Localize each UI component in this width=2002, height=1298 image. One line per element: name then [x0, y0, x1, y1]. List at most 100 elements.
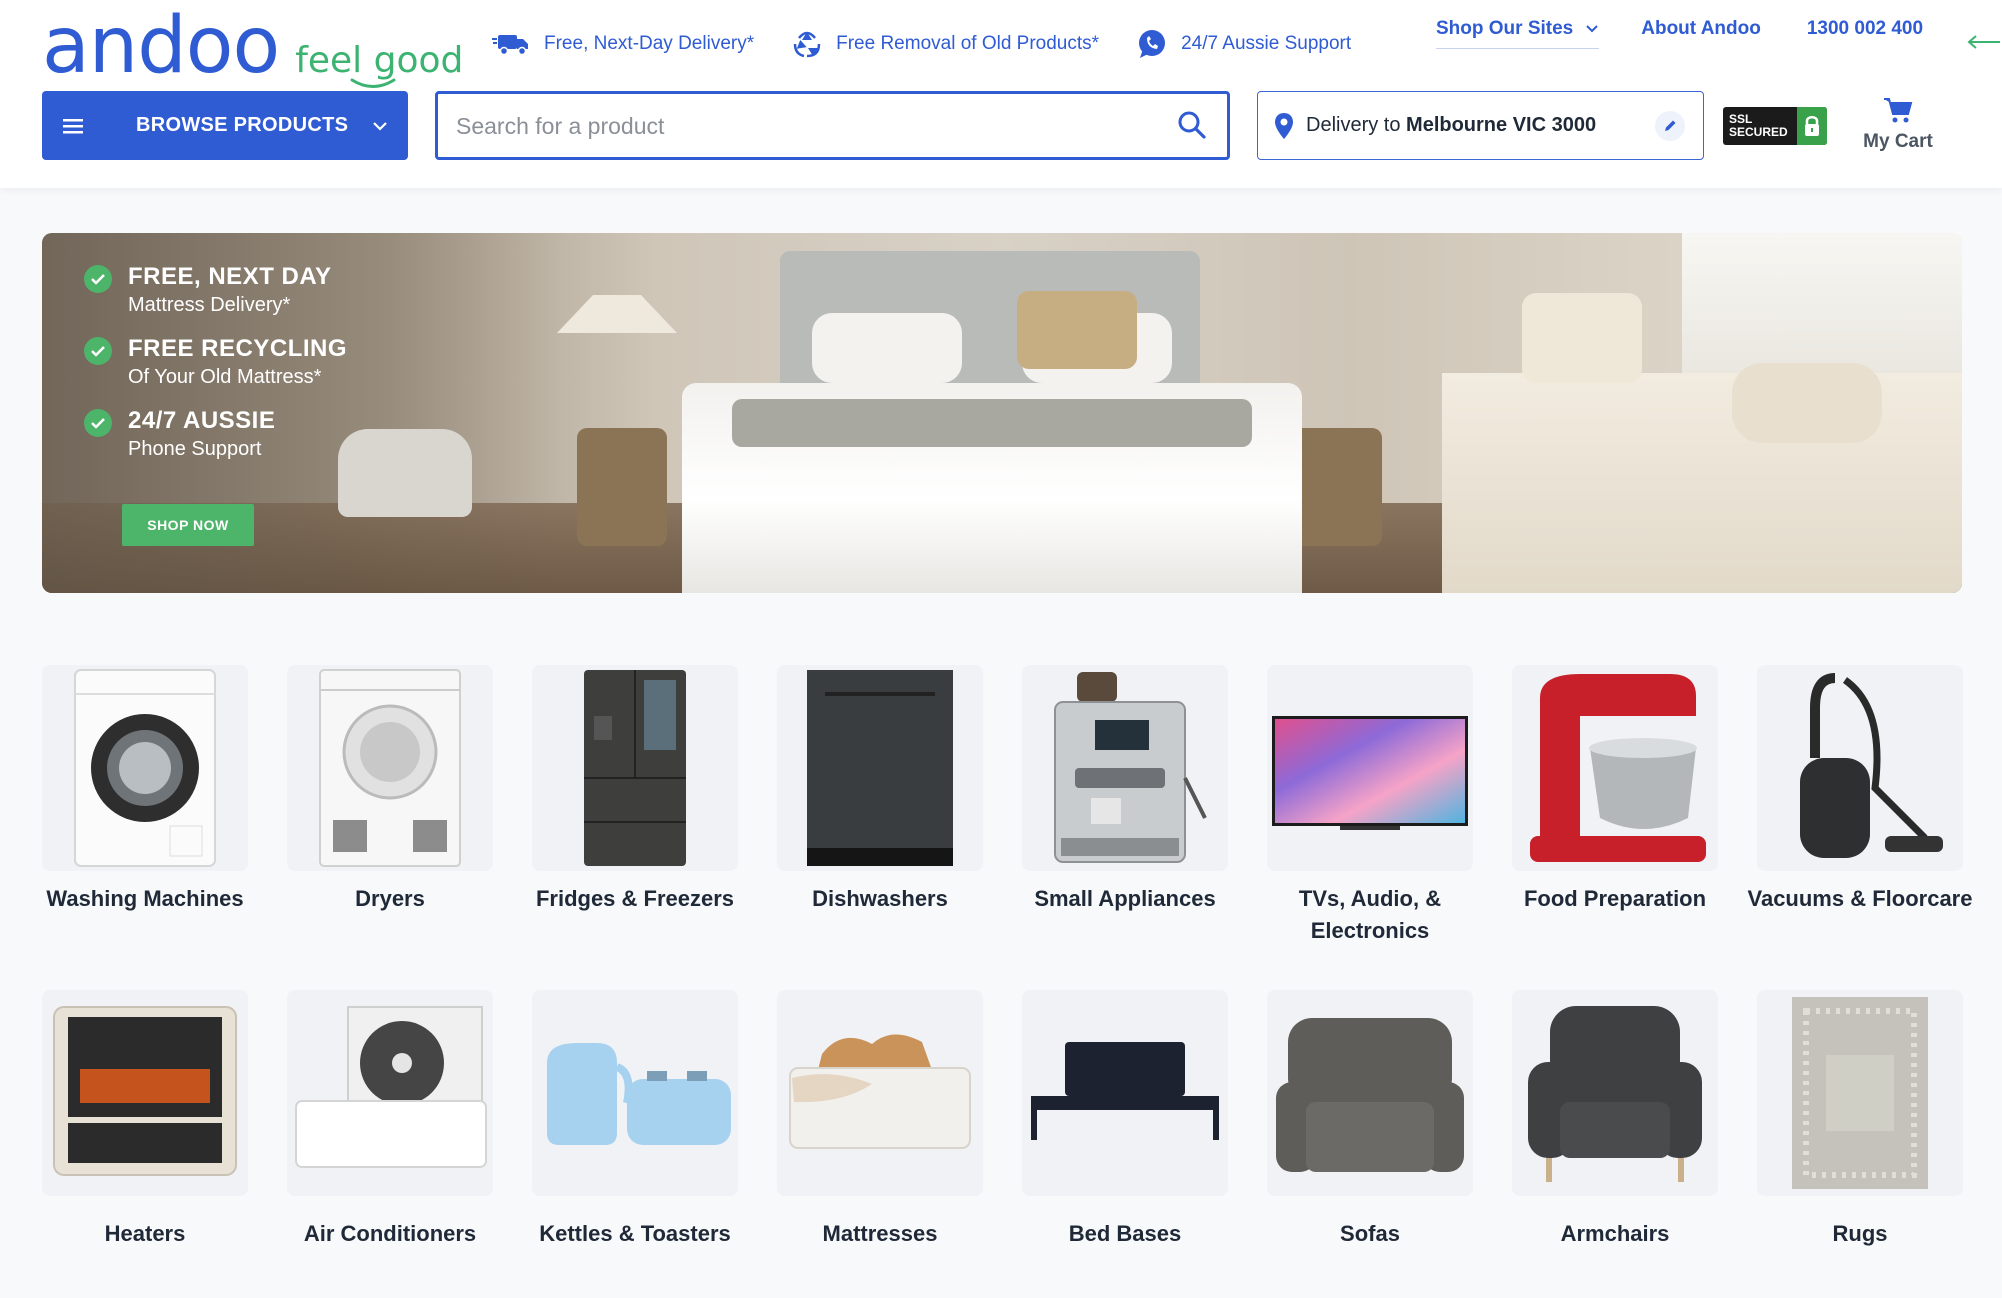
- category-card[interactable]: Mattresses: [777, 990, 983, 1290]
- category-card[interactable]: Bed Bases: [1022, 990, 1228, 1290]
- category-image: [1267, 990, 1473, 1196]
- recycle-icon: [793, 31, 821, 58]
- category-label: Bed Bases: [1068, 1221, 1182, 1246]
- my-cart-button[interactable]: My Cart: [1858, 96, 1938, 153]
- stand-mixer-icon: [1530, 674, 1706, 862]
- hero-side-table: [577, 428, 667, 546]
- usp-support[interactable]: 24/7 Aussie Support: [1137, 29, 1351, 59]
- category-label: Sofas: [1340, 1221, 1400, 1246]
- category-card[interactable]: Dishwashers: [777, 665, 983, 965]
- dryer-icon: [319, 669, 461, 867]
- category-card[interactable]: TVs, Audio, & Electronics: [1267, 665, 1473, 965]
- hero-window: [1682, 233, 1962, 383]
- ssl-text: SSL SECURED: [1729, 113, 1795, 139]
- location-pin-icon: [1275, 112, 1293, 139]
- hero-cushion: [1732, 363, 1882, 443]
- hero-feature-title: 24/7 AUSSIE: [128, 407, 276, 434]
- shop-our-sites-link[interactable]: Shop Our Sites: [1436, 18, 1600, 49]
- edit-location-button[interactable]: [1655, 111, 1685, 141]
- heater-icon: [53, 1006, 237, 1176]
- browse-products-button[interactable]: BROWSE PRODUCTS: [42, 91, 408, 160]
- category-label: Food Preparation: [1523, 886, 1707, 911]
- shop-now-button[interactable]: SHOP NOW: [122, 504, 254, 546]
- category-card[interactable]: Heaters: [42, 990, 248, 1290]
- sofa-icon: [1276, 1018, 1464, 1172]
- andoo-logo[interactable]: andoo feel good: [42, 6, 464, 88]
- delivery-text: Delivery to Melbourne VIC 3000: [1306, 114, 1596, 137]
- category-image: [287, 665, 493, 871]
- shop-our-sites-label: Shop Our Sites: [1436, 18, 1574, 39]
- top-links: Shop Our Sites About Andoo 1300 002 400: [1436, 18, 1923, 49]
- category-row: Heaters Air Conditioners Kettles & Toast…: [42, 990, 1963, 1290]
- hero-feature-title: FREE RECYCLING: [128, 335, 348, 362]
- category-image: [777, 990, 983, 1196]
- tv-icon: [1272, 716, 1468, 830]
- category-label: Rugs: [1832, 1221, 1888, 1246]
- hero-side-table: [1292, 428, 1382, 546]
- category-image: [532, 990, 738, 1196]
- chevron-down-icon: [373, 121, 387, 131]
- ssl-secured-badge: SSL SECURED: [1723, 107, 1827, 145]
- category-card[interactable]: Washing Machines: [42, 665, 248, 965]
- category-card[interactable]: Vacuums & Floorcare: [1748, 665, 1972, 965]
- lock-icon: [1797, 107, 1827, 145]
- hero-pillow: [1017, 291, 1137, 369]
- usp-removal-label: Free Removal of Old Products*: [836, 33, 1100, 54]
- category-image: [287, 990, 493, 1196]
- search-icon[interactable]: [1177, 110, 1207, 140]
- category-image: [777, 665, 983, 871]
- delivery-location-selector[interactable]: Delivery to Melbourne VIC 3000: [1257, 91, 1704, 160]
- fridge-icon: [584, 670, 686, 866]
- category-card[interactable]: Small Appliances: [1022, 665, 1228, 965]
- category-card[interactable]: Air Conditioners: [287, 990, 493, 1290]
- check-circle-icon: [84, 265, 112, 293]
- category-label: Vacuums & Floorcare: [1747, 886, 1973, 911]
- category-label: Armchairs: [1560, 1221, 1670, 1246]
- tagline-text: feel good: [295, 40, 464, 81]
- smile-icon: [350, 78, 396, 88]
- chevron-down-icon: [1586, 25, 1598, 33]
- hero-feature: 24/7 AUSSIE Phone Support: [84, 407, 347, 463]
- category-row: Washing Machines Dryers Fridges & Freeze…: [42, 665, 1972, 965]
- coffee-machine-icon: [1054, 672, 1207, 863]
- category-image: [42, 665, 248, 871]
- category-card[interactable]: Sofas: [1267, 990, 1473, 1290]
- category-card[interactable]: Fridges & Freezers: [532, 665, 738, 965]
- check-circle-icon: [84, 337, 112, 365]
- hero-banner[interactable]: FREE, NEXT DAY Mattress Delivery* FREE RE…: [42, 233, 1962, 593]
- category-image: [1757, 665, 1963, 871]
- hero-feature-subtitle: Mattress Delivery*: [128, 294, 291, 316]
- hero-feature: FREE, NEXT DAY Mattress Delivery*: [84, 263, 347, 319]
- usp-delivery-label: Free, Next-Day Delivery*: [544, 33, 755, 54]
- cart-icon: [1884, 98, 1913, 123]
- category-label: Dryers: [355, 886, 425, 911]
- vacuum-icon: [1800, 673, 1943, 858]
- category-card[interactable]: Rugs: [1757, 990, 1963, 1290]
- usp-delivery[interactable]: Free, Next-Day Delivery*: [492, 32, 754, 56]
- kettle-toaster-icon: [547, 1043, 731, 1145]
- category-label: Dishwashers: [812, 886, 948, 911]
- category-card[interactable]: Kettles & Toasters: [532, 990, 738, 1290]
- phone-chat-icon: [1139, 30, 1166, 58]
- hero-window-seat: [1442, 373, 1962, 593]
- category-card[interactable]: Food Preparation: [1512, 665, 1718, 965]
- category-label: Air Conditioners: [303, 1221, 477, 1246]
- usp-removal[interactable]: Free Removal of Old Products*: [792, 30, 1099, 58]
- category-label: Fridges & Freezers: [535, 886, 735, 911]
- category-card[interactable]: Armchairs: [1512, 990, 1718, 1290]
- category-image: [1267, 665, 1473, 871]
- delivery-prefix: Delivery to: [1306, 114, 1407, 136]
- bed-base-icon: [1031, 1042, 1219, 1140]
- hamburger-icon: [63, 118, 83, 133]
- search-input[interactable]: [456, 106, 1146, 146]
- washing-machine-icon: [74, 669, 216, 867]
- category-card[interactable]: Dryers: [287, 665, 493, 965]
- pencil-icon: [1665, 120, 1676, 131]
- logo-tagline: feel good: [295, 40, 464, 88]
- about-andoo-link[interactable]: About Andoo: [1641, 18, 1761, 48]
- rug-icon: [1792, 997, 1928, 1189]
- hero-copy: FREE, NEXT DAY Mattress Delivery* FREE RE…: [84, 263, 347, 479]
- phone-number-link[interactable]: 1300 002 400: [1807, 18, 1923, 48]
- hero-feature-subtitle: Phone Support: [128, 438, 262, 460]
- hero-lamp: [557, 295, 677, 333]
